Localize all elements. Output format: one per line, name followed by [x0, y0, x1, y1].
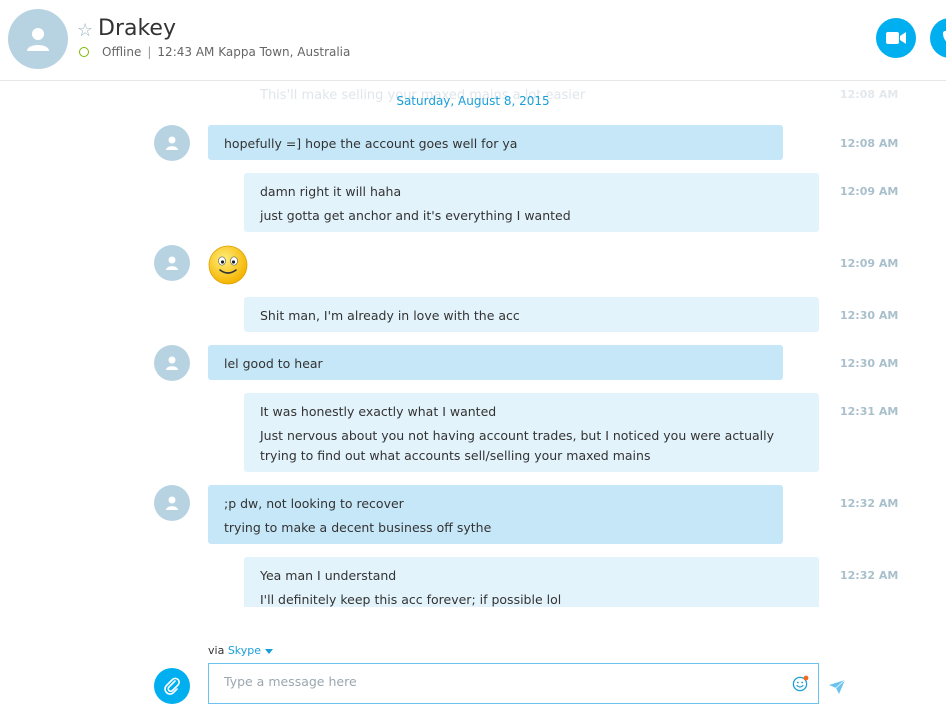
message-time: 12:08 AM [840, 137, 899, 150]
send-arrow-icon[interactable] [828, 679, 846, 695]
message-text: I'll definitely keep this acc forever; i… [260, 592, 562, 607]
phone-icon [943, 31, 946, 42]
message-time: 12:32 AM [840, 497, 899, 510]
contact-status-line: Offline | 12:43 AM Kappa Town, Australia [102, 45, 350, 59]
message-text: Yea man I understand [260, 568, 397, 583]
conversation-header: ☆ Drakey Offline | 12:43 AM Kappa Town, Au… [0, 0, 946, 81]
message-time: 12:09 AM [840, 257, 899, 270]
chevron-down-icon[interactable] [265, 648, 274, 654]
sender-avatar[interactable] [154, 485, 190, 521]
via-service-name[interactable]: Skype [228, 644, 261, 657]
status-separator: | [147, 45, 152, 59]
contact-status: Offline [102, 45, 142, 59]
message-time: 12:30 AM [840, 357, 899, 370]
message-time: 12:31 AM [840, 405, 899, 418]
message-text: It was honestly exactly what I wanted [260, 404, 497, 419]
video-call-button[interactable] [876, 18, 916, 58]
message-text: hopefully =] hope the account goes well … [224, 136, 518, 151]
contact-local-time: 12:43 AM Kappa Town, Australia [157, 45, 351, 59]
paperclip-icon [164, 677, 180, 695]
message-time: 12:09 AM [840, 185, 899, 198]
favorite-star-icon[interactable]: ☆ [77, 20, 93, 41]
via-service-selector[interactable]: via Skype [208, 644, 274, 657]
message-bubble[interactable]: hopefully =] hope the account goes well … [208, 125, 783, 160]
message-text: Shit man, I'm already in love with the a… [260, 308, 520, 323]
person-icon [27, 28, 49, 51]
message-time: 12:30 AM [840, 309, 899, 322]
message-bubble[interactable]: damn right it will haha just gotta get a… [244, 173, 819, 232]
status-indicator [79, 47, 89, 57]
message-bubble[interactable]: lel good to hear [208, 345, 783, 380]
message-text: ;p dw, not looking to recover [224, 496, 404, 511]
voice-call-button[interactable] [930, 18, 946, 58]
date-divider: Saturday, August 8, 2015 [396, 94, 550, 108]
sender-avatar[interactable] [154, 125, 190, 161]
message-bubble[interactable]: It was honestly exactly what I wanted Ju… [244, 393, 819, 472]
message-bubble[interactable]: Shit man, I'm already in love with the a… [244, 297, 819, 332]
message-list[interactable]: This'll make selling your maxed mains a … [0, 81, 946, 607]
person-icon [166, 356, 178, 370]
video-camera-icon [886, 32, 906, 44]
message-text: just gotta get anchor and it's everythin… [260, 208, 571, 223]
person-icon [166, 136, 178, 150]
sender-avatar[interactable] [154, 345, 190, 381]
person-icon [166, 256, 178, 270]
person-icon [166, 496, 178, 510]
smiley-icon[interactable] [792, 675, 809, 692]
message-input-placeholder: Type a message here [224, 674, 357, 689]
sender-avatar[interactable] [154, 245, 190, 281]
message-time: 12:32 AM [840, 569, 899, 582]
message-text: Just nervous about you not having accoun… [260, 428, 775, 463]
message-bubble[interactable]: ;p dw, not looking to recover trying to … [208, 485, 783, 544]
message-text: trying to make a decent business off syt… [224, 520, 492, 535]
smile-emoticon-icon [208, 245, 248, 285]
message-bubble[interactable]: Yea man I understand I'll definitely kee… [244, 557, 819, 607]
message-input[interactable]: Type a message here [208, 663, 819, 704]
attach-button[interactable] [154, 668, 190, 704]
message-text: lel good to hear [224, 356, 323, 371]
via-label: via [208, 644, 225, 657]
contact-avatar[interactable] [8, 9, 68, 69]
contact-name[interactable]: Drakey [98, 16, 176, 41]
message-text: damn right it will haha [260, 184, 402, 199]
